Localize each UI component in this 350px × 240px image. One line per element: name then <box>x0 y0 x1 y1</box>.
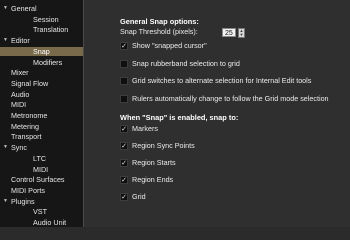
sidebar-item-midi[interactable]: MIDI <box>0 165 83 175</box>
sidebar-item-label: Metering <box>11 121 39 131</box>
sidebar-item-label: Editor <box>11 36 30 46</box>
sidebar-item-label: MIDI <box>11 100 27 110</box>
option-checkbox[interactable] <box>120 59 128 68</box>
option-checkbox[interactable]: ✓ <box>120 124 128 133</box>
sidebar-item-midi[interactable]: MIDI <box>0 100 83 110</box>
preferences-sidebar: ▼ General Session Translation ▼ Editor Snap Mod… <box>0 0 84 227</box>
sidebar-item-label: Audio Unit <box>33 218 67 227</box>
option-label: Show "snapped cursor" <box>132 41 207 50</box>
option-label: Rulers automatically change to follow th… <box>132 93 329 103</box>
sidebar-item-sync[interactable]: ▼ Sync <box>0 143 83 153</box>
option-label: Region Starts <box>132 157 176 167</box>
option-checkbox[interactable]: ✓ <box>120 193 128 202</box>
snap-threshold-label: Snap Threshold (pixels): <box>120 27 198 36</box>
sidebar-item-plugins[interactable]: ▼ Plugins <box>0 197 83 207</box>
option-checkbox[interactable]: ✓ <box>120 141 128 150</box>
checkmark-icon: ✓ <box>121 142 127 150</box>
sidebar-item-editor[interactable]: ▼ Editor <box>0 36 83 46</box>
sidebar-item-label: Plugins <box>11 196 35 206</box>
option-checkbox[interactable]: ✓ <box>120 158 128 167</box>
sidebar-item-label: General <box>11 4 37 13</box>
sidebar-item-label: Control Surfaces <box>11 175 65 185</box>
disclosure-triangle-icon[interactable]: ▼ <box>3 4 9 14</box>
sidebar-item-label: Mixer <box>11 68 29 78</box>
option-label: Region Sync Points <box>132 140 195 150</box>
sidebar-item-metronome[interactable]: Metronome <box>0 111 83 121</box>
option-label: Grid <box>132 192 146 202</box>
checkmark-icon: ✓ <box>121 159 127 167</box>
snap-to-title: When "Snap" is enabled, snap to: <box>120 113 239 122</box>
option-checkbox[interactable] <box>120 94 128 103</box>
snap-preferences-panel: General Snap options: Snap Threshold (pi… <box>84 0 350 227</box>
sidebar-item-label: Signal Flow <box>11 78 49 88</box>
option-checkbox[interactable]: ✓ <box>120 176 128 185</box>
checkmark-icon: ✓ <box>121 125 127 133</box>
sidebar-item-label: Sync <box>11 143 27 153</box>
snap-threshold-input[interactable]: 25 <box>222 28 236 37</box>
sidebar-item-snap[interactable]: Snap <box>0 46 83 57</box>
stepper-down-icon[interactable]: ▼ <box>239 32 244 37</box>
sidebar-item-signal-flow[interactable]: Signal Flow <box>0 79 83 89</box>
disclosure-triangle-icon[interactable]: ▼ <box>3 36 9 46</box>
preferences-window: ▼ General Session Translation ▼ Editor Snap Mod… <box>0 0 350 227</box>
sidebar-item-transport[interactable]: Transport <box>0 132 83 142</box>
sidebar-item-label: Modifiers <box>33 57 63 67</box>
sidebar-item-mixer[interactable]: Mixer <box>0 68 83 78</box>
sidebar-item-label: Metronome <box>11 111 48 120</box>
sidebar-item-label: Session <box>33 14 59 24</box>
sidebar-item-translation[interactable]: Translation <box>0 25 83 35</box>
checkmark-icon: ✓ <box>121 194 127 202</box>
checkmark-icon: ✓ <box>121 43 127 50</box>
option-label: Markers <box>132 123 158 133</box>
sidebar-item-modifiers[interactable]: Modifiers <box>0 58 83 68</box>
disclosure-triangle-icon[interactable]: ▼ <box>3 143 9 153</box>
sidebar-item-label: MIDI <box>33 164 49 174</box>
option-label: Grid switches to alternate selection for… <box>132 76 312 85</box>
sidebar-item-label: VST <box>33 207 47 217</box>
snap-threshold-stepper[interactable]: ▲ ▼ <box>238 27 245 38</box>
sidebar-item-label: Snap <box>33 46 50 56</box>
option-label: Snap rubberband selection to grid <box>132 58 240 68</box>
sidebar-item-session[interactable]: Session <box>0 15 83 25</box>
sidebar-item-label: Audio <box>11 89 30 99</box>
option-label: Region Ends <box>132 175 174 185</box>
sidebar-item-midi-ports[interactable]: MIDI Ports <box>0 186 83 196</box>
checkmark-icon: ✓ <box>121 177 127 185</box>
general-snap-title: General Snap options: <box>120 17 199 26</box>
sidebar-item-audio[interactable]: Audio <box>0 90 83 100</box>
sidebar-item-audio-unit[interactable]: Audio Unit <box>0 218 83 227</box>
option-checkbox[interactable] <box>120 77 128 85</box>
option-checkbox[interactable]: ✓ <box>120 42 128 50</box>
disclosure-triangle-icon[interactable]: ▼ <box>3 197 9 207</box>
sidebar-item-ltc[interactable]: LTC <box>0 154 83 164</box>
sidebar-item-label: MIDI Ports <box>11 185 45 195</box>
sidebar-item-label: Transport <box>11 132 42 142</box>
sidebar-item-vst[interactable]: VST <box>0 207 83 217</box>
sidebar-item-metering[interactable]: Metering <box>0 122 83 132</box>
sidebar-item-control-surfaces[interactable]: Control Surfaces <box>0 175 83 185</box>
sidebar-item-label: LTC <box>33 153 47 163</box>
sidebar-item-label: Translation <box>33 25 69 35</box>
sidebar-item-general[interactable]: ▼ General <box>0 4 83 14</box>
